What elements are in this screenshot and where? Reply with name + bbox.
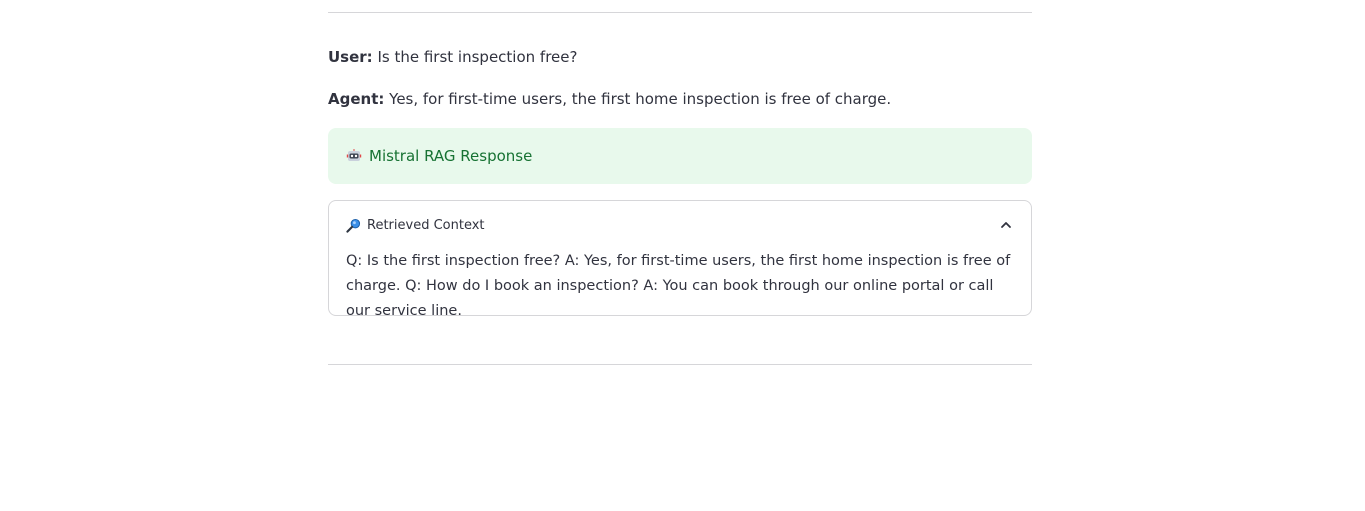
agent-text: Yes, for first-time users, the first hom… [384, 90, 892, 108]
agent-label: Agent: [328, 90, 385, 108]
retrieved-context-expander: Retrieved Context Q: Is the first inspec… [328, 200, 1032, 319]
rag-response-alert: Mistral RAG Response [328, 128, 1032, 184]
user-message: User: Is the first inspection free? [328, 47, 577, 67]
expander-title: Retrieved Context [367, 217, 485, 233]
user-label: User: [328, 48, 373, 66]
rag-response-text: Mistral RAG Response [369, 147, 533, 165]
expander-body: Q: Is the first inspection free? A: Yes,… [346, 253, 1011, 319]
expander-header[interactable]: Retrieved Context [346, 215, 1014, 235]
divider-top [328, 12, 1032, 13]
robot-icon [346, 148, 362, 164]
user-text: Is the first inspection free? [372, 48, 578, 66]
magnifier-icon [346, 218, 361, 233]
chevron-up-icon[interactable] [998, 217, 1014, 233]
agent-message: Agent: Yes, for first-time users, the fi… [328, 89, 891, 109]
divider-bottom [328, 364, 1032, 365]
